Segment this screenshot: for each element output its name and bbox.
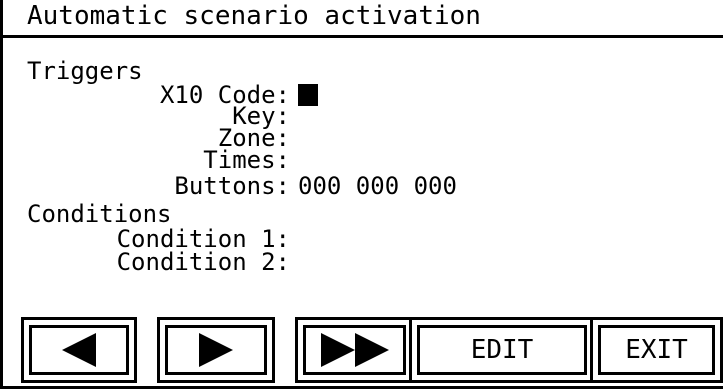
condition-2-label: Condition 2: <box>116 248 290 276</box>
previous-button-frame <box>29 325 129 375</box>
fast-forward-button[interactable] <box>295 317 414 383</box>
times-label: Times: <box>203 146 290 174</box>
triangle-right-icon <box>199 333 233 367</box>
double-triangle-right-icon-part-1 <box>320 333 355 367</box>
condition-1-label: Condition 1: <box>116 225 290 253</box>
lcd-screen: Automatic scenario activation Triggers X… <box>0 0 723 389</box>
text-cursor[interactable] <box>298 84 318 106</box>
page-title: Automatic scenario activation <box>27 1 481 31</box>
exit-button[interactable]: EXIT <box>590 317 723 383</box>
triggers-heading: Triggers <box>27 57 143 85</box>
exit-button-label: EXIT <box>598 325 715 375</box>
conditions-heading: Conditions <box>27 200 172 228</box>
previous-button[interactable] <box>21 317 137 383</box>
fast-forward-button-frame <box>303 325 406 375</box>
triangle-left-icon <box>62 333 96 367</box>
buttons-value: 000 000 000 <box>298 172 457 200</box>
buttons-label: Buttons: <box>174 172 290 200</box>
next-button-frame <box>165 325 267 375</box>
double-triangle-right-icon-part-2 <box>354 333 389 367</box>
edit-button[interactable]: EDIT <box>409 317 595 383</box>
title-divider <box>0 35 723 38</box>
next-button[interactable] <box>157 317 275 383</box>
edit-button-label: EDIT <box>417 325 587 375</box>
